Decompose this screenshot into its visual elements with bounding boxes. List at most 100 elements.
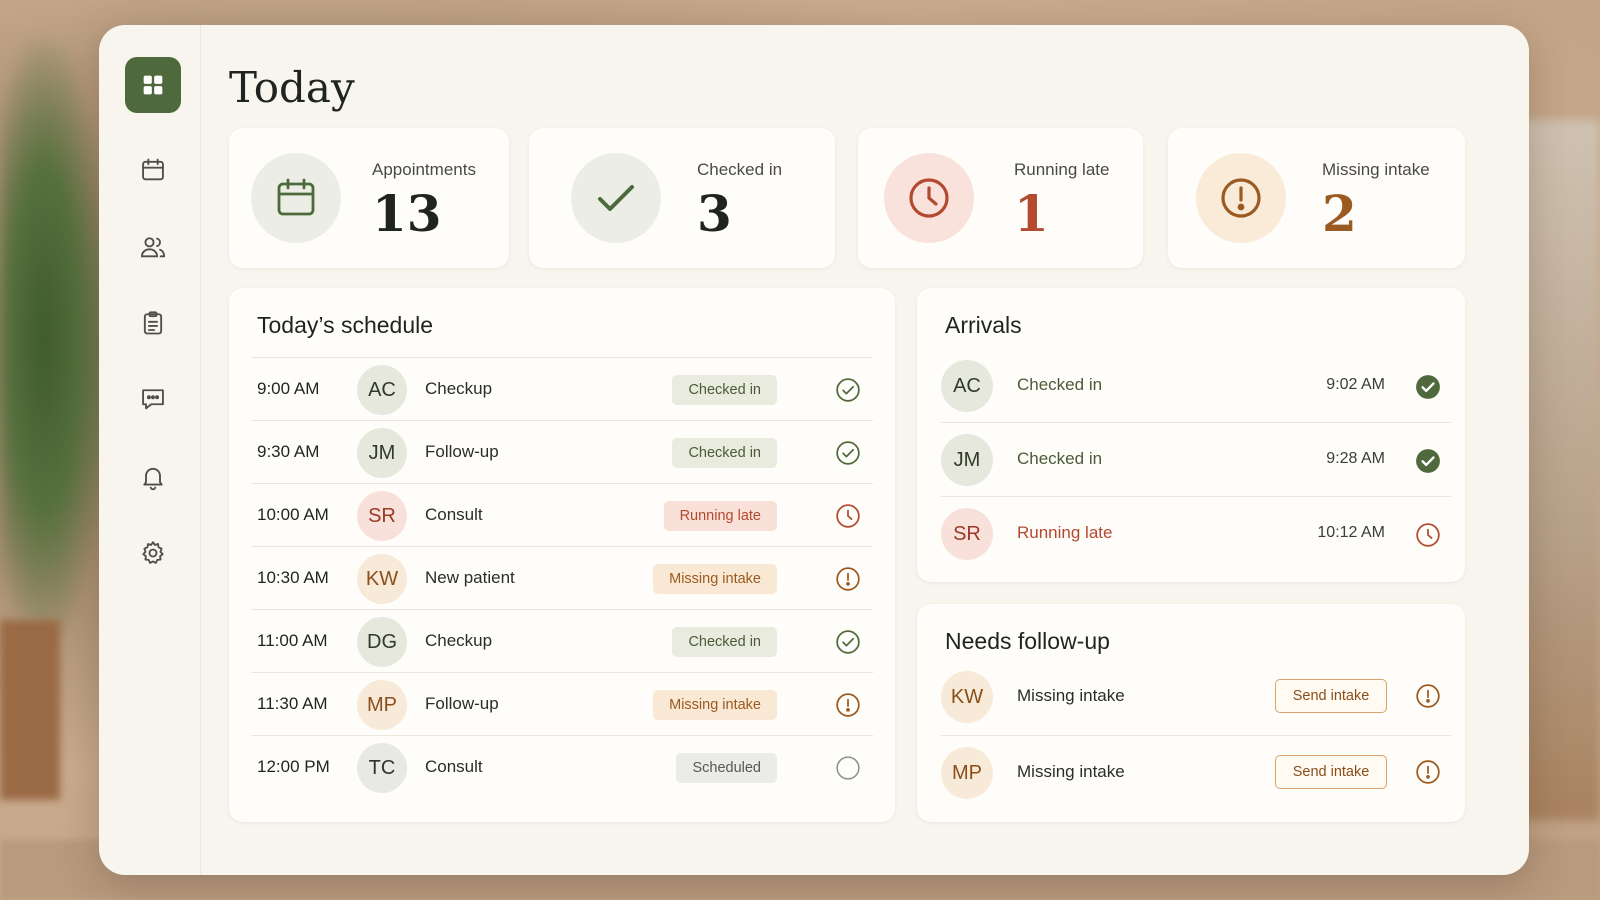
check-circle-icon: [1415, 374, 1441, 400]
stat-appointments: Appointments 13: [229, 128, 509, 268]
chat-icon: [142, 389, 164, 410]
list-item[interactable]: SR Running late 10:12 AM: [941, 496, 1451, 572]
alert-icon: [1221, 178, 1261, 218]
followup-panel: Needs follow-up KW Missing intake Send int…: [917, 604, 1465, 822]
gear-icon: [142, 541, 164, 564]
list-item: KW Missing intake Send intake: [941, 659, 1451, 735]
stat-running-late: Running late 1: [858, 128, 1143, 268]
avatar: KW: [357, 554, 407, 604]
page-title: Today: [229, 63, 355, 112]
appointment-time: 11:00 AM: [257, 631, 328, 650]
clock-icon: [835, 503, 861, 529]
stat-label: Checked in: [697, 160, 783, 179]
appointment-time: 10:30 AM: [257, 568, 329, 587]
avatar: AC: [357, 365, 407, 415]
clock-icon: [1415, 522, 1441, 548]
send-intake-button[interactable]: Send intake: [1275, 679, 1387, 713]
avatar: DG: [357, 617, 407, 667]
grid-icon: [143, 75, 163, 95]
alert-icon: [835, 692, 861, 718]
stat-label: Missing intake: [1322, 160, 1430, 179]
status-badge: Scheduled: [676, 753, 777, 783]
table-row[interactable]: 9:30 AM JM Follow-up Checked in: [251, 420, 873, 484]
calendar-icon: [142, 158, 164, 181]
arrival-status: Checked in: [1017, 375, 1103, 394]
appointment-type: Checkup: [425, 631, 493, 650]
sidebar-item-calendar[interactable]: [125, 142, 181, 198]
table-row[interactable]: 11:00 AM DG Checkup Checked in: [251, 609, 873, 673]
avatar: JM: [941, 434, 993, 486]
followup-reason: Missing intake: [1017, 686, 1125, 705]
list-item[interactable]: JM Checked in 9:28 AM: [941, 422, 1451, 498]
stat-value: 3: [697, 184, 732, 243]
arrival-time: 9:28 AM: [1326, 450, 1385, 467]
bell-icon: [143, 467, 163, 491]
status-badge: Missing intake: [653, 690, 777, 720]
app-window: Today Appointments 13 Checked in 3 Runni…: [99, 25, 1529, 875]
clock-icon: [909, 178, 949, 218]
sidebar-item-messages[interactable]: [125, 371, 181, 427]
schedule-title: Today’s schedule: [257, 312, 434, 338]
appointment-time: 11:30 AM: [257, 694, 328, 713]
alert-icon: [1415, 683, 1441, 709]
table-row[interactable]: 9:00 AM AC Checkup Checked in: [251, 357, 873, 421]
appointment-type: Follow-up: [425, 694, 499, 713]
avatar: AC: [941, 360, 993, 412]
table-row[interactable]: 10:00 AM SR Consult Running late: [251, 483, 873, 547]
appointment-time: 9:30 AM: [257, 442, 320, 461]
avatar: KW: [941, 671, 993, 723]
avatar: SR: [357, 491, 407, 541]
alert-icon: [1415, 759, 1441, 785]
appointment-time: 12:00 PM: [257, 757, 330, 776]
avatar: SR: [941, 508, 993, 560]
appointment-time: 9:00 AM: [257, 379, 320, 398]
sidebar-item-settings[interactable]: [125, 525, 181, 581]
appointment-type: Consult: [425, 505, 483, 524]
check-circle-icon: [835, 377, 861, 403]
followup-reason: Missing intake: [1017, 762, 1125, 781]
empty-circle-icon: [835, 755, 861, 781]
stat-label: Running late: [1014, 160, 1110, 179]
appointment-type: Checkup: [425, 379, 493, 398]
arrival-time: 9:02 AM: [1326, 376, 1385, 393]
send-intake-button[interactable]: Send intake: [1275, 755, 1387, 789]
table-row[interactable]: 12:00 PM TC Consult Scheduled: [251, 735, 873, 799]
check-circle-icon: [835, 629, 861, 655]
arrival-status: Running late: [1017, 523, 1113, 542]
check-circle-icon: [835, 440, 861, 466]
calendar-icon: [277, 178, 315, 216]
users-icon: [140, 237, 166, 258]
check-circle-icon: [1415, 448, 1441, 474]
clipboard-icon: [143, 311, 163, 335]
stat-value: 13: [372, 184, 442, 243]
status-badge: Running late: [663, 501, 777, 531]
sidebar: [99, 25, 201, 875]
stat-checked-in: Checked in 3: [529, 128, 835, 268]
avatar: TC: [357, 743, 407, 793]
alert-icon: [835, 566, 861, 592]
arrival-status: Checked in: [1017, 449, 1103, 468]
list-item[interactable]: AC Checked in 9:02 AM: [941, 348, 1451, 424]
stat-value: 1: [1014, 184, 1049, 243]
stat-missing-intake: Missing intake 2: [1168, 128, 1465, 268]
stat-label: Appointments: [372, 160, 476, 179]
sidebar-item-patients[interactable]: [125, 219, 181, 275]
avatar: MP: [357, 680, 407, 730]
table-row[interactable]: 10:30 AM KW New patient Missing intake: [251, 546, 873, 610]
avatar: JM: [357, 428, 407, 478]
sidebar-item-notifications[interactable]: [125, 449, 181, 505]
status-badge: Checked in: [672, 375, 777, 405]
schedule-panel: Today’s schedule 9:00 AM AC Checkup Checked…: [229, 288, 895, 822]
arrival-time: 10:12 AM: [1317, 524, 1385, 541]
appointment-time: 10:00 AM: [257, 505, 329, 524]
sidebar-item-forms[interactable]: [125, 295, 181, 351]
appointment-type: Consult: [425, 757, 483, 776]
table-row[interactable]: 11:30 AM MP Follow-up Missing intake: [251, 672, 873, 736]
avatar: MP: [941, 747, 993, 799]
list-item: MP Missing intake Send intake: [941, 735, 1451, 811]
followup-title: Needs follow-up: [945, 628, 1110, 654]
arrivals-title: Arrivals: [945, 312, 1022, 338]
arrivals-panel: Arrivals AC Checked in 9:02 AM JM Checked in…: [917, 288, 1465, 582]
sidebar-item-dashboard[interactable]: [125, 57, 181, 113]
appointment-type: New patient: [425, 568, 515, 587]
